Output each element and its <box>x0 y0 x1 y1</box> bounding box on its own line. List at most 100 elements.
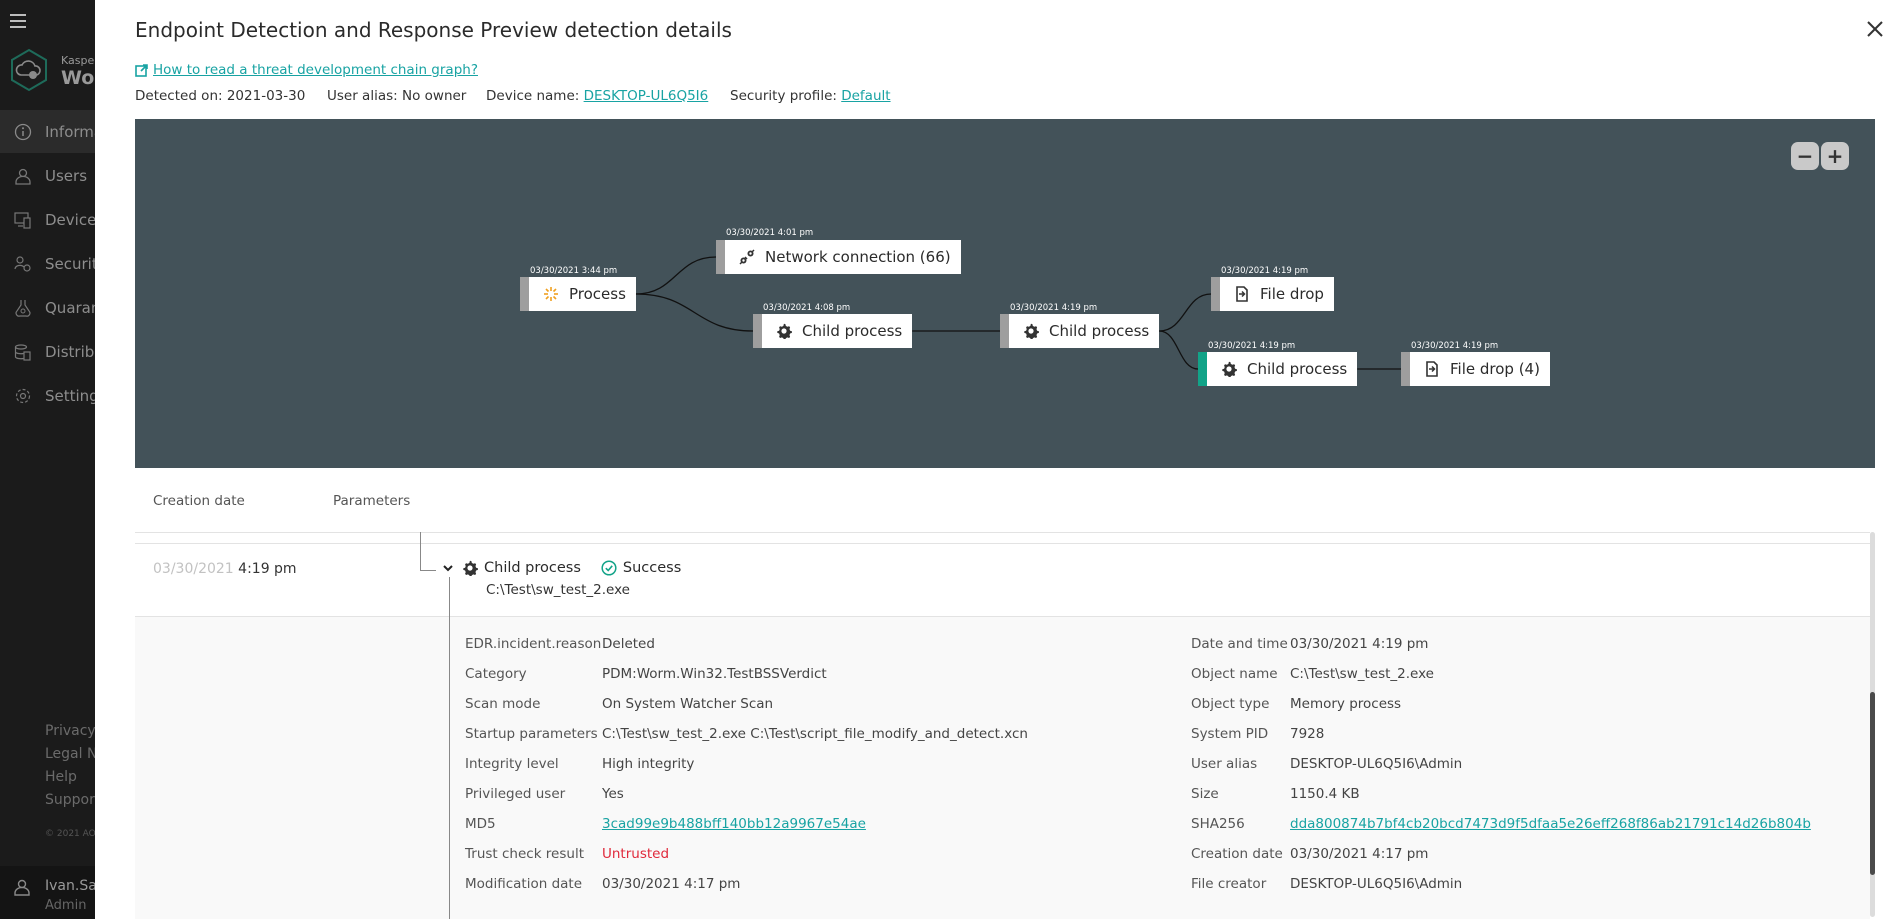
help-link-text: How to read a threat development chain g… <box>153 62 478 78</box>
database-icon <box>12 341 34 363</box>
external-link-icon <box>135 63 148 77</box>
detail-value: On System Watcher Scan <box>602 696 774 712</box>
gear-icon <box>12 385 34 407</box>
sidebar-item-security-profiles[interactable]: Security profiles <box>0 242 95 285</box>
privacy-policy-link[interactable]: Privacy policy <box>45 723 95 739</box>
device-name-link[interactable]: DESKTOP-UL6Q5I6 <box>584 88 709 104</box>
sidebar-item-label: Security profiles <box>45 254 95 273</box>
sidebar-item-label: Information <box>45 122 95 141</box>
node-status-bar <box>1211 277 1220 311</box>
row-type: Child process <box>484 560 581 576</box>
close-icon[interactable] <box>1864 18 1886 40</box>
column-header-parameters[interactable]: Parameters <box>333 493 410 509</box>
graph-node-process[interactable]: Process <box>520 277 636 311</box>
table-row[interactable]: Child process Success <box>442 560 681 576</box>
detail-value: C:\Test\sw_test_2.exe C:\Test\script_fil… <box>602 726 1028 742</box>
detail-value-link[interactable]: dda800874b7bf4cb20bcd7473d9f5dfaa5e26eff… <box>1290 816 1811 832</box>
graph-node-filedrop2[interactable]: File drop (4) <box>1401 352 1550 386</box>
detail-value: DESKTOP-UL6Q5I6\Admin <box>1290 876 1463 892</box>
sidebar-item-information[interactable]: Information <box>0 110 95 153</box>
sidebar-item-label: Users <box>45 166 88 185</box>
threat-chain-graph[interactable]: − + 03/30/2021 3:44 pm Process 03/30/2021 … <box>135 119 1875 468</box>
user-name: Ivan.Salikov <box>45 878 95 894</box>
detail-label: File creator <box>1191 876 1267 892</box>
node-label: Process <box>569 285 626 303</box>
kaspersky-logo-icon <box>11 48 47 92</box>
sidebar-item-label: Settings <box>45 386 95 405</box>
legal-notices-link[interactable]: Legal Notices <box>45 746 95 762</box>
network-connection-icon <box>739 249 755 265</box>
graph-node-child3[interactable]: Child process <box>1198 352 1358 386</box>
detail-value: Deleted <box>602 636 655 652</box>
gear-icon <box>1221 361 1237 377</box>
detail-value-link[interactable]: 3cad99e9b488bff140bb12a9967e54ae <box>602 816 866 832</box>
support-link[interactable]: Support <box>45 792 95 808</box>
user-role: Admin <box>45 898 87 913</box>
gear-icon <box>776 323 792 339</box>
node-status-bar <box>753 314 762 348</box>
detail-value: 03/30/2021 4:17 pm <box>602 876 741 892</box>
sidebar-item-devices[interactable]: Devices <box>0 198 95 241</box>
success-check-icon <box>601 560 617 576</box>
column-header-creation-date[interactable]: Creation date <box>153 493 245 509</box>
sidebar-item-distribution-packages[interactable]: Distribution packages <box>0 330 95 373</box>
brand-name: Workspace <box>61 67 95 89</box>
detail-label: Date and time <box>1191 636 1288 652</box>
node-label: Child process <box>1247 360 1348 378</box>
brand-small: Kaspersky <box>61 54 95 67</box>
node-timestamp: 03/30/2021 4:01 pm <box>726 228 814 238</box>
graph-node-network[interactable]: Network connection (66) <box>716 240 961 274</box>
graph-node-child1[interactable]: Child process <box>753 314 913 348</box>
sidebar-item-label: Distribution packages <box>45 342 95 361</box>
node-label: File drop (4) <box>1450 360 1540 378</box>
security-profiles-icon <box>12 253 34 275</box>
detail-label: Object type <box>1191 696 1270 712</box>
row-date: 03/30/2021 <box>153 561 234 577</box>
device-name: Device name: DESKTOP-UL6Q5I6 <box>486 88 708 104</box>
detail-label: EDR.incident.reason <box>465 636 602 652</box>
security-profile-label: Security profile: <box>730 88 837 104</box>
tree-connector <box>420 570 436 571</box>
node-timestamp: 03/30/2021 4:19 pm <box>1411 341 1499 351</box>
node-status-bar <box>716 240 725 274</box>
page-title: Endpoint Detection and Response Preview … <box>135 18 732 42</box>
help-link[interactable]: Help <box>45 769 77 785</box>
node-label: Child process <box>1049 322 1150 340</box>
node-timestamp: 03/30/2021 4:19 pm <box>1221 266 1309 276</box>
graph-node-child2[interactable]: Child process <box>1000 314 1160 348</box>
user-alias: User alias: No owner <box>327 88 466 104</box>
scrollbar-thumb[interactable] <box>1870 692 1875 875</box>
user-menu[interactable]: Ivan.Salikov Admin <box>0 866 95 919</box>
detected-on-label: Detected on: <box>135 88 223 104</box>
detail-label: User alias <box>1191 756 1258 772</box>
detail-value: DESKTOP-UL6Q5I6\Admin <box>1290 756 1463 772</box>
node-status-bar <box>520 277 529 311</box>
graph-node-filedrop1[interactable]: File drop <box>1211 277 1334 311</box>
security-profile: Security profile: Default <box>730 88 891 104</box>
device-name-label: Device name: <box>486 88 580 104</box>
detail-value: 7928 <box>1290 726 1325 742</box>
sidebar-item-quarantine[interactable]: Quarantine <box>0 286 95 329</box>
hamburger-menu-icon[interactable] <box>10 14 26 28</box>
detail-label: Creation date <box>1191 846 1283 862</box>
graph-edge-child2-filedrop1 <box>1159 293 1212 332</box>
user-icon <box>12 165 34 187</box>
detail-value: Memory process <box>1290 696 1402 712</box>
sidebar-item-users[interactable]: Users <box>0 154 95 197</box>
threat-chain-help-link[interactable]: How to read a threat development chain g… <box>135 62 478 78</box>
node-status-bar <box>1401 352 1410 386</box>
detail-label: MD5 <box>465 816 496 832</box>
file-drop-icon <box>1234 286 1250 302</box>
chevron-down-icon[interactable] <box>442 562 454 574</box>
zoom-out-button[interactable]: − <box>1791 142 1819 170</box>
sidebar-item-label: Devices <box>45 210 95 229</box>
node-status-bar <box>1198 352 1207 386</box>
security-profile-link[interactable]: Default <box>841 88 890 104</box>
process-sun-icon <box>543 286 559 302</box>
zoom-in-button[interactable]: + <box>1821 142 1849 170</box>
graph-edge-child2-child3 <box>1159 330 1199 370</box>
sidebar-item-settings[interactable]: Settings <box>0 374 95 417</box>
detail-label: Category <box>465 666 527 682</box>
sidebar: Kaspersky Workspace Information Users De… <box>0 0 95 919</box>
detail-value: Yes <box>602 786 624 802</box>
